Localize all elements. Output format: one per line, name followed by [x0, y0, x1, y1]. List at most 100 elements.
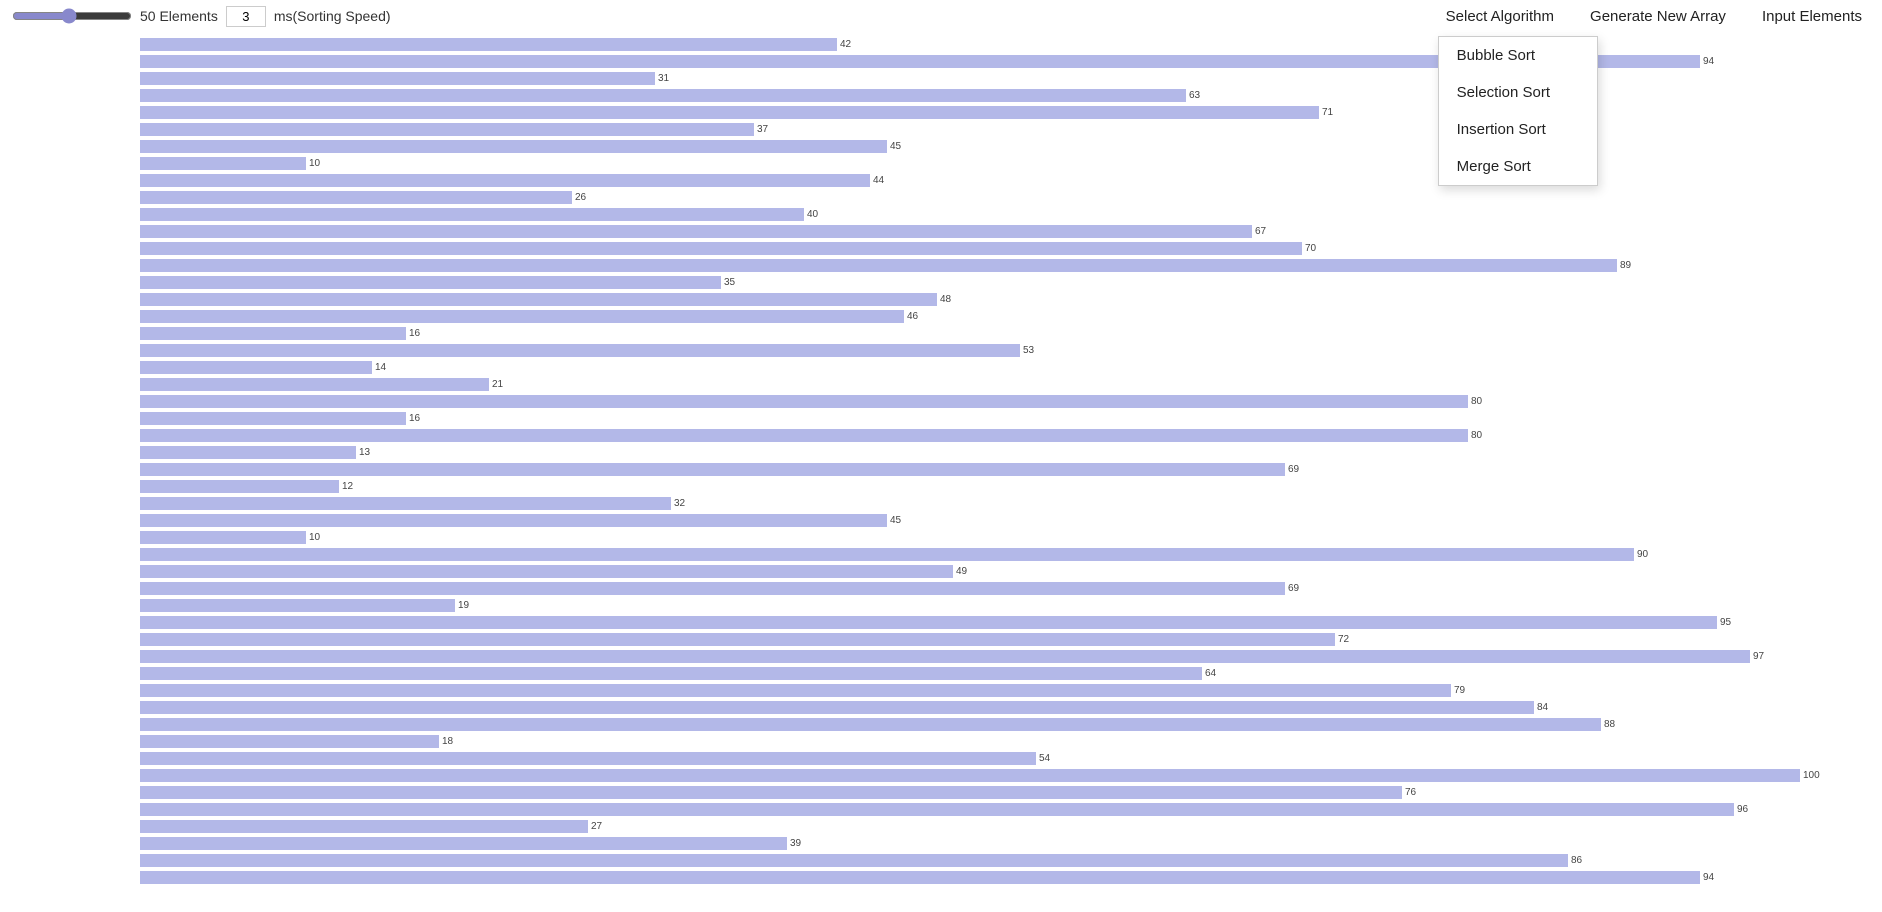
dropdown-item-bubble[interactable]: Bubble Sort [1439, 37, 1597, 74]
bar-value: 31 [658, 73, 669, 84]
bar [140, 208, 804, 221]
bar-value: 54 [1039, 753, 1050, 764]
bar-value: 14 [375, 362, 386, 373]
bar-row: 37 [140, 121, 1882, 137]
bar [140, 871, 1700, 884]
bar-row: 27 [140, 818, 1882, 834]
bar-row: 44 [140, 172, 1882, 188]
bar [140, 514, 887, 527]
bar [140, 310, 904, 323]
bar-value: 97 [1753, 651, 1764, 662]
bar-value: 86 [1571, 855, 1582, 866]
bar [140, 803, 1734, 816]
bar [140, 650, 1750, 663]
bar-value: 95 [1720, 617, 1731, 628]
bar-row: 94 [140, 869, 1882, 885]
bar [140, 599, 455, 612]
bar [140, 174, 870, 187]
bar-row: 94 [140, 53, 1882, 69]
bar [140, 378, 489, 391]
input-elements-button[interactable]: Input Elements [1754, 4, 1870, 29]
bar-value: 46 [907, 311, 918, 322]
bar [140, 548, 1634, 561]
bar [140, 38, 837, 51]
bar-row: 12 [140, 478, 1882, 494]
bar [140, 786, 1402, 799]
bar [140, 429, 1468, 442]
bar-value: 16 [409, 328, 420, 339]
bar-row: 10 [140, 155, 1882, 171]
bar [140, 293, 937, 306]
bar [140, 344, 1020, 357]
bar-row: 72 [140, 631, 1882, 647]
bar-value: 80 [1471, 396, 1482, 407]
bar [140, 531, 306, 544]
bar [140, 463, 1285, 476]
bar [140, 157, 306, 170]
bar-value: 72 [1338, 634, 1349, 645]
bar [140, 123, 754, 136]
bar-row: 40 [140, 206, 1882, 222]
bar [140, 259, 1617, 272]
bar-row: 76 [140, 784, 1882, 800]
bar-value: 18 [442, 736, 453, 747]
bar-value: 80 [1471, 430, 1482, 441]
bar-value: 39 [790, 838, 801, 849]
bar [140, 412, 406, 425]
dropdown-item-insertion[interactable]: Insertion Sort [1439, 111, 1597, 148]
bar-row: 13 [140, 444, 1882, 460]
bar-row: 79 [140, 682, 1882, 698]
bar-row: 84 [140, 699, 1882, 715]
bar-value: 64 [1205, 668, 1216, 679]
bar-value: 79 [1454, 685, 1465, 696]
algorithm-dropdown: Bubble SortSelection SortInsertion SortM… [1438, 36, 1598, 186]
bar-row: 16 [140, 325, 1882, 341]
bar-value: 42 [840, 39, 851, 50]
bar-value: 53 [1023, 345, 1034, 356]
generate-array-button[interactable]: Generate New Array [1582, 4, 1734, 29]
speed-input[interactable] [226, 6, 266, 27]
bar [140, 242, 1302, 255]
bar-row: 80 [140, 427, 1882, 443]
bar-value: 67 [1255, 226, 1266, 237]
bar [140, 837, 787, 850]
dropdown-item-selection[interactable]: Selection Sort [1439, 74, 1597, 111]
bar [140, 633, 1335, 646]
bar-row: 95 [140, 614, 1882, 630]
bar-row: 80 [140, 393, 1882, 409]
bar-value: 26 [575, 192, 586, 203]
bar-value: 27 [591, 821, 602, 832]
bar-row: 18 [140, 733, 1882, 749]
bar-row: 35 [140, 274, 1882, 290]
bar-row: 39 [140, 835, 1882, 851]
bar-row: 96 [140, 801, 1882, 817]
select-algo-wrapper: Select Algorithm Bubble SortSelection So… [1438, 4, 1562, 29]
bar-row: 26 [140, 189, 1882, 205]
bar-value: 21 [492, 379, 503, 390]
bar-value: 49 [956, 566, 967, 577]
bar [140, 361, 372, 374]
bar [140, 565, 953, 578]
bar [140, 446, 356, 459]
bar-value: 70 [1305, 243, 1316, 254]
bar-row: 42 [140, 36, 1882, 52]
bar [140, 684, 1451, 697]
bar-value: 12 [342, 481, 353, 492]
bar-value: 16 [409, 413, 420, 424]
bar-value: 69 [1288, 583, 1299, 594]
dropdown-item-merge[interactable]: Merge Sort [1439, 148, 1597, 185]
bar-row: 67 [140, 223, 1882, 239]
bar-row: 48 [140, 291, 1882, 307]
bar-value: 32 [674, 498, 685, 509]
bar-row: 32 [140, 495, 1882, 511]
bar [140, 718, 1601, 731]
bar-value: 76 [1405, 787, 1416, 798]
bar-value: 45 [890, 141, 901, 152]
bar-row: 71 [140, 104, 1882, 120]
bar [140, 582, 1285, 595]
select-algorithm-button[interactable]: Select Algorithm [1438, 4, 1562, 29]
bar-row: 88 [140, 716, 1882, 732]
bar [140, 276, 721, 289]
elements-slider[interactable] [12, 8, 132, 24]
nav-buttons: Select Algorithm Bubble SortSelection So… [1438, 4, 1870, 29]
